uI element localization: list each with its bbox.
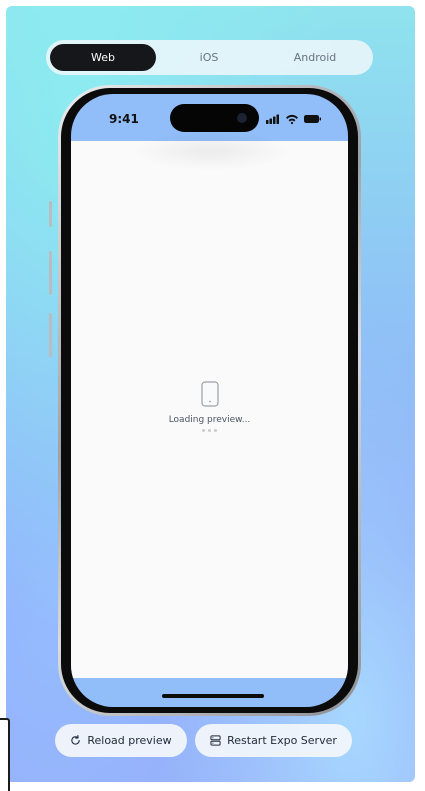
reload-preview-label: Reload preview (87, 734, 172, 747)
loading-indicator: Loading preview... (71, 381, 348, 432)
loading-dots (71, 429, 348, 432)
reload-icon (71, 735, 81, 745)
home-indicator (162, 694, 264, 698)
tab-ios[interactable]: iOS (156, 44, 262, 71)
phone-action-button (49, 201, 52, 227)
server-icon (210, 735, 221, 746)
loading-text: Loading preview... (168, 415, 251, 425)
restart-expo-server-label: Restart Expo Server (227, 734, 337, 747)
phone-bezel: 9:41 Loading preview... (61, 88, 358, 713)
phone-volume-down (49, 313, 52, 357)
battery-icon (304, 115, 321, 123)
phone-mockup: 9:41 Loading preview... (58, 85, 361, 716)
tab-android[interactable]: Android (262, 44, 368, 71)
reload-preview-button[interactable]: Reload preview (55, 724, 187, 757)
phone-outline-icon (200, 381, 219, 407)
status-icons (266, 114, 321, 124)
camera-icon (237, 113, 247, 123)
phone-volume-up (49, 251, 52, 295)
preview-content: Loading preview... (71, 131, 348, 678)
overlay-edge (0, 718, 10, 791)
platform-selector: Web iOS Android (46, 40, 373, 75)
dynamic-island (170, 104, 259, 132)
restart-expo-server-button[interactable]: Restart Expo Server (195, 724, 352, 757)
signal-icon (266, 114, 279, 124)
tab-web[interactable]: Web (50, 44, 156, 71)
wifi-icon (286, 114, 298, 124)
preview-panel: Web iOS Android 9:41 Loading preview... … (6, 6, 415, 782)
status-time: 9:41 (109, 112, 139, 126)
phone-screen: 9:41 Loading preview... (71, 94, 348, 707)
